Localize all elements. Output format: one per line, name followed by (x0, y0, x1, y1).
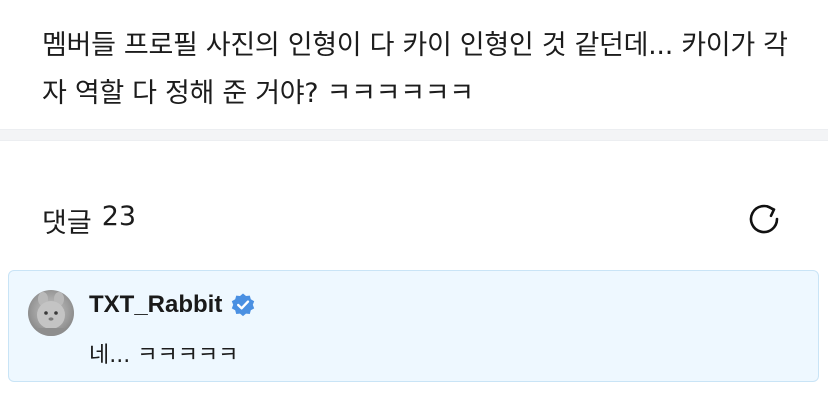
comment-author-name[interactable]: TXT_Rabbit (89, 291, 222, 319)
verified-badge-icon (232, 293, 255, 317)
comments-label: 댓글 (42, 207, 92, 239)
comments-header: 댓글 23 (42, 196, 786, 244)
comment-text: 네... ㅋㅋㅋㅋㅋ (89, 343, 239, 368)
comment-author-row: TXT_Rabbit (89, 289, 256, 321)
highlighted-comment: TXT_Rabbit 네... ㅋㅋㅋㅋㅋ (8, 270, 819, 382)
section-divider (0, 129, 828, 141)
post-body-text: 멤버들 프로필 사진의 인형이 다 카이 인형인 것 같던데... 카이가 각자… (42, 30, 788, 109)
comments-count: 23 (101, 200, 137, 232)
avatar[interactable] (28, 290, 74, 336)
refresh-button[interactable] (744, 199, 786, 241)
comments-title: 댓글 23 (42, 201, 136, 240)
refresh-icon (749, 204, 779, 234)
